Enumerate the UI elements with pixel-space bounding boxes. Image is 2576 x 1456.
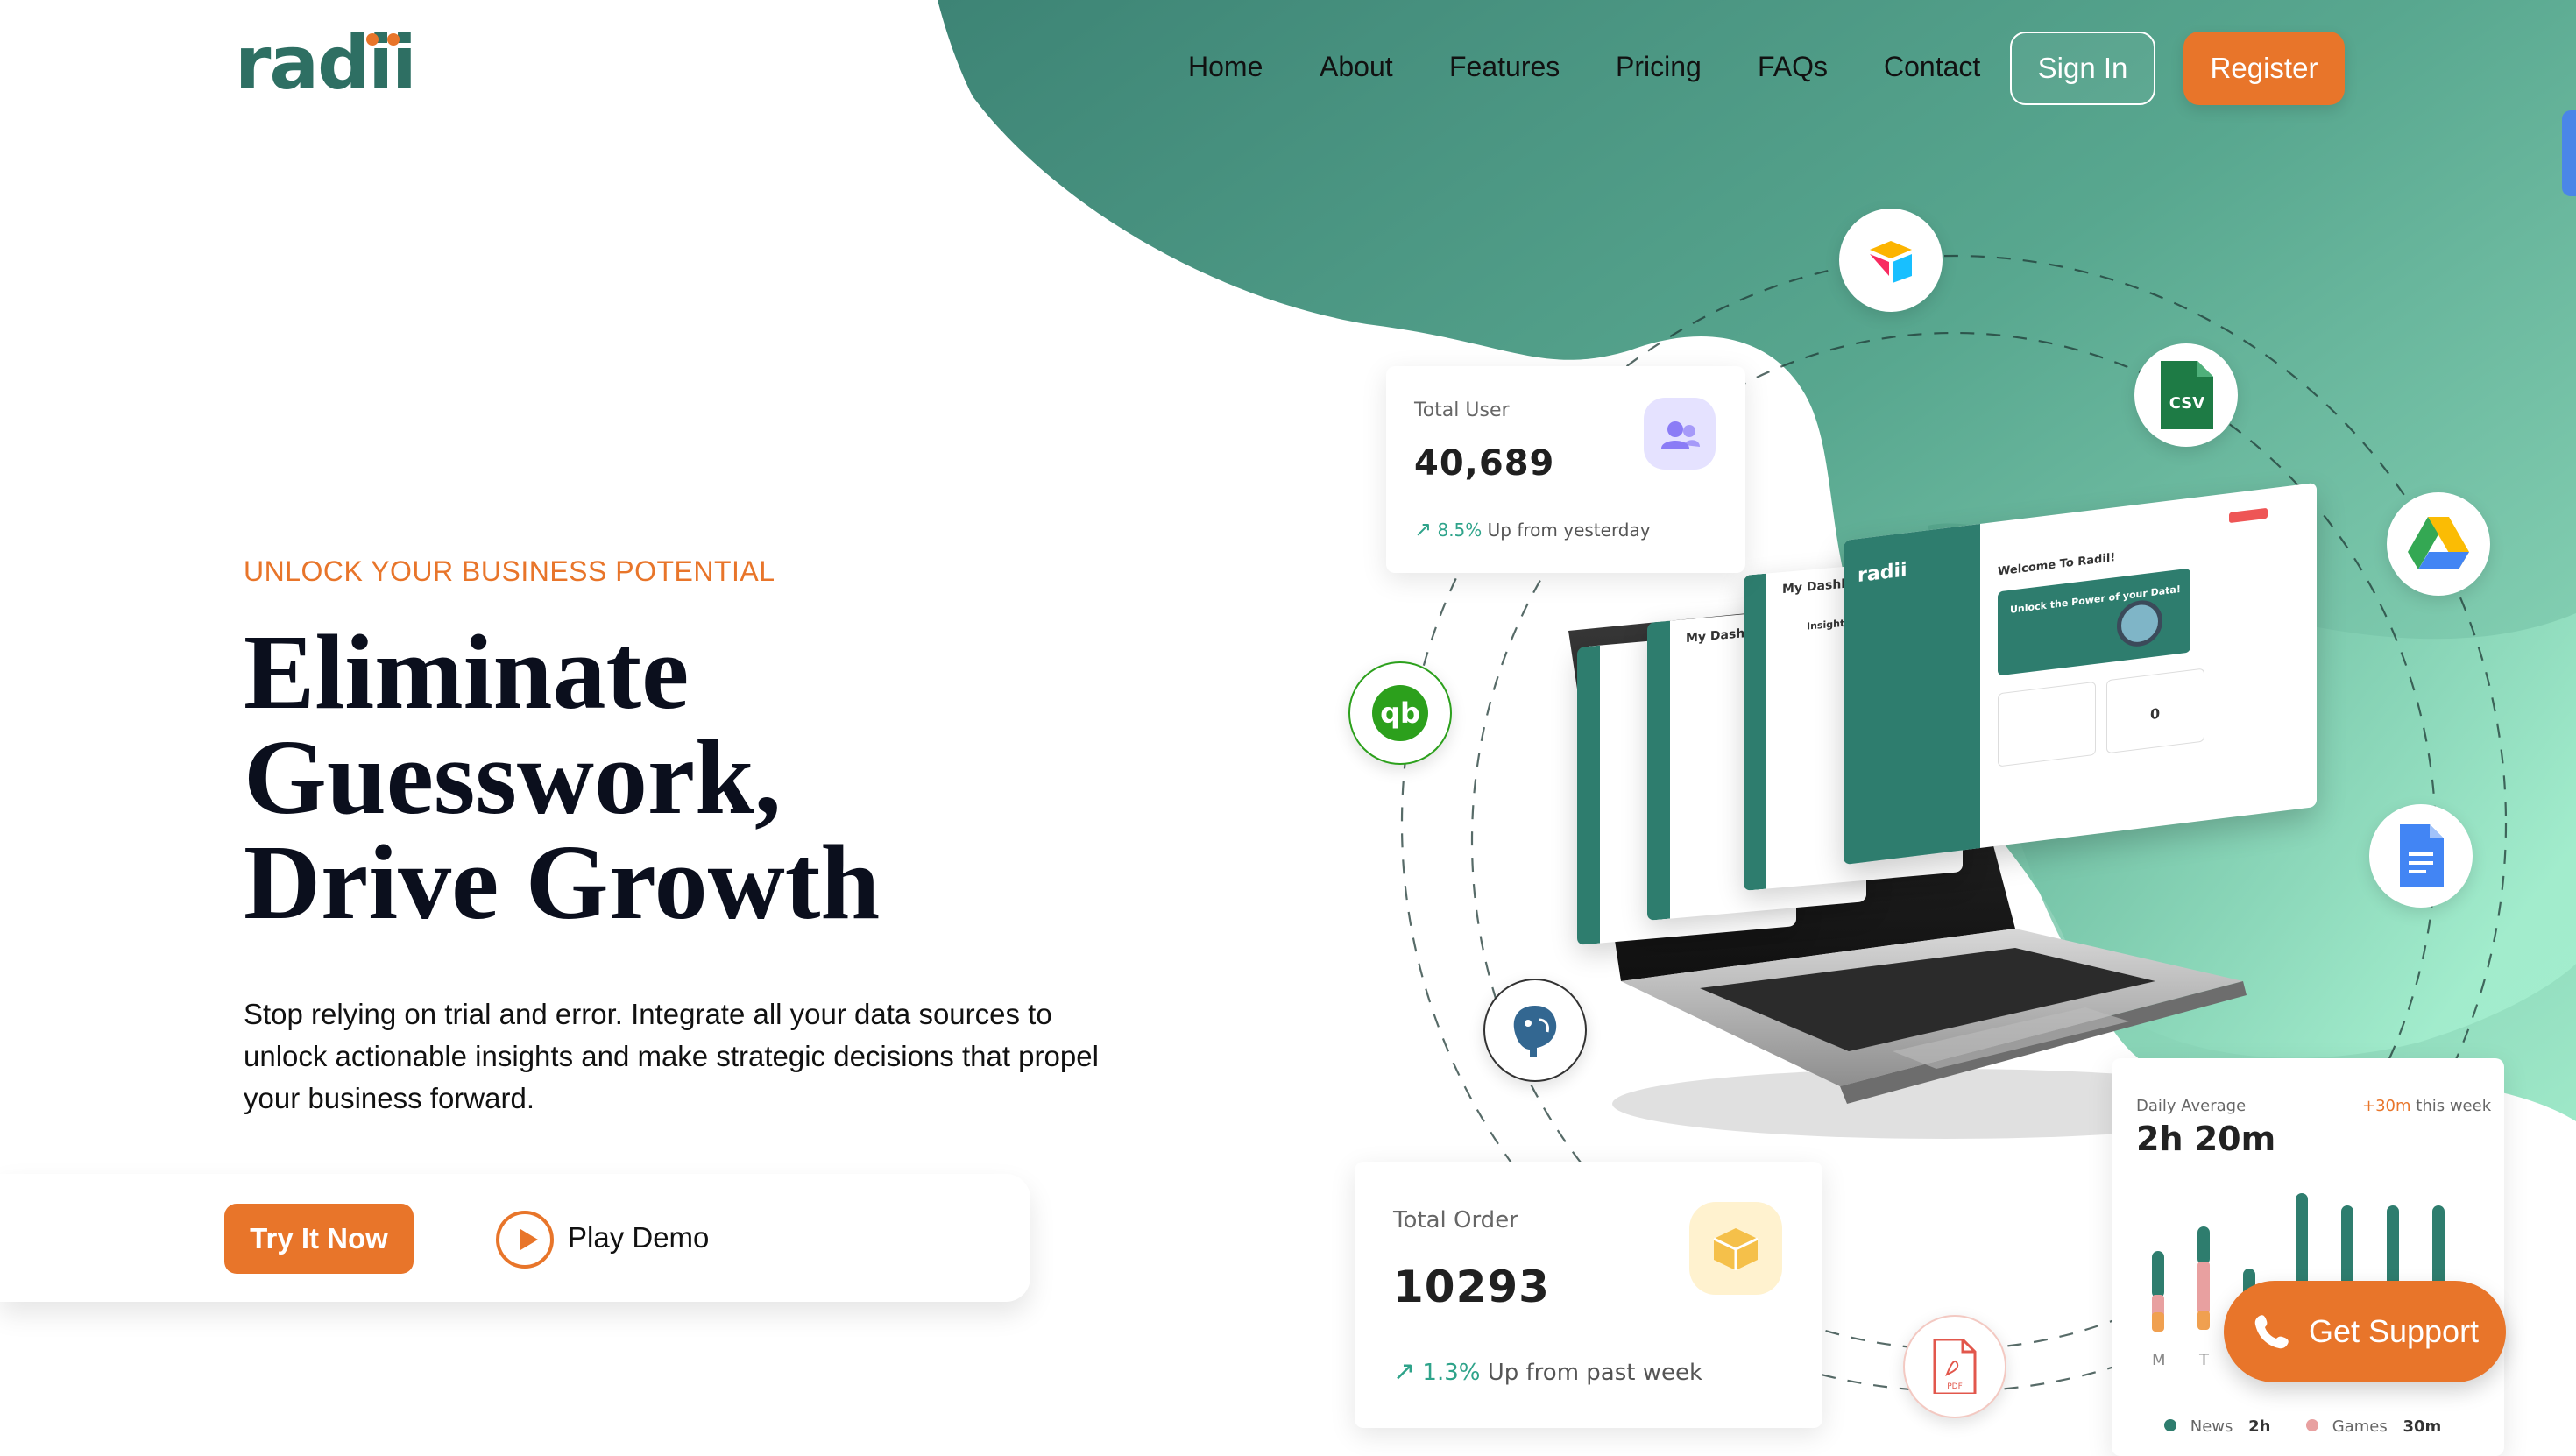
day-label-m: M bbox=[2152, 1351, 2166, 1369]
trend-up-icon: ↗ bbox=[1414, 517, 1433, 541]
pdf-text: PDF bbox=[1947, 1382, 1963, 1391]
logo-dot-2 bbox=[387, 33, 400, 46]
trend-up-icon-2: ↗ bbox=[1393, 1356, 1416, 1387]
nav-faqs[interactable]: FAQs bbox=[1758, 49, 1828, 84]
nav-features[interactable]: Features bbox=[1449, 49, 1560, 84]
nav-pricing[interactable]: Pricing bbox=[1616, 49, 1702, 84]
headline-line-2: Guesswork, bbox=[244, 718, 782, 837]
nav-contact[interactable]: Contact bbox=[1884, 49, 1980, 84]
total-order-label: Total Order bbox=[1393, 1207, 1518, 1233]
daily-average-label: Daily Average bbox=[2136, 1097, 2247, 1115]
day-label-t: T bbox=[2199, 1351, 2209, 1369]
airtable-icon bbox=[1839, 209, 1943, 312]
register-button[interactable]: Register bbox=[2183, 32, 2345, 105]
users-icon bbox=[1644, 398, 1716, 470]
pdf-icon: PDF bbox=[1903, 1315, 2006, 1418]
legend-games-value: 30m bbox=[2403, 1417, 2442, 1436]
mockup-question-count: 0 bbox=[2150, 704, 2161, 724]
bar-m bbox=[2152, 1251, 2164, 1332]
total-user-value: 40,689 bbox=[1414, 443, 1555, 484]
box-icon bbox=[1689, 1202, 1782, 1295]
daily-average-card: Daily Average +30m this week 2h 20m M T … bbox=[2112, 1058, 2504, 1456]
google-docs-icon bbox=[2369, 804, 2473, 908]
daily-average-value: 2h 20m bbox=[2136, 1120, 2276, 1158]
legend-news: News 2h bbox=[2164, 1417, 2270, 1436]
try-it-now-button[interactable]: Try It Now bbox=[224, 1204, 414, 1274]
total-user-pct: 8.5% bbox=[1437, 519, 1483, 541]
daily-delta-value: +30m bbox=[2362, 1097, 2411, 1115]
csv-text: CSV bbox=[2169, 394, 2205, 413]
postgresql-icon bbox=[1483, 979, 1587, 1082]
nav-home[interactable]: Home bbox=[1188, 49, 1263, 84]
daily-delta-text: this week bbox=[2416, 1097, 2492, 1115]
play-demo-link[interactable]: Play Demo bbox=[568, 1221, 709, 1255]
legend-games-swatch bbox=[2306, 1419, 2318, 1431]
total-order-value: 10293 bbox=[1393, 1262, 1550, 1312]
hero-eyebrow: UNLOCK YOUR BUSINESS POTENTIAL bbox=[244, 555, 775, 587]
hero-headline: Eliminate Guesswork, Drive Growth bbox=[244, 613, 1120, 942]
total-order-trend-text: Up from past week bbox=[1487, 1360, 1703, 1386]
headline-line-1: Eliminate bbox=[244, 613, 690, 732]
total-order-trend: ↗ 1.3% Up from past week bbox=[1393, 1356, 1702, 1387]
side-feedback-tab[interactable] bbox=[2562, 110, 2576, 196]
logo-text: radii bbox=[235, 20, 417, 106]
headline-line-3: Drive Growth bbox=[244, 823, 881, 942]
total-user-trend: ↗ 8.5% Up from yesterday bbox=[1414, 517, 1651, 541]
sign-in-button[interactable]: Sign In bbox=[2010, 32, 2155, 105]
total-user-trend-text: Up from yesterday bbox=[1487, 519, 1651, 541]
google-drive-icon bbox=[2387, 492, 2490, 596]
legend-games: Games 30m bbox=[2306, 1417, 2441, 1436]
legend-news-swatch bbox=[2164, 1419, 2176, 1431]
total-user-label: Total User bbox=[1414, 399, 1510, 421]
screen-main: radii Welcome To Radii! Unlock the Power… bbox=[1844, 482, 2317, 866]
get-support-label: Get Support bbox=[2308, 1313, 2480, 1349]
total-order-card: Total Order 10293 ↗ 1.3% Up from past we… bbox=[1355, 1162, 1822, 1428]
bar-t bbox=[2197, 1226, 2210, 1330]
legend-games-name: Games bbox=[2332, 1417, 2388, 1436]
hero-subcopy: Stop relying on trial and error. Integra… bbox=[244, 998, 1099, 1114]
legend-news-value: 2h bbox=[2248, 1417, 2271, 1436]
daily-delta: +30m this week bbox=[2362, 1097, 2491, 1115]
logo-dot-1 bbox=[366, 33, 379, 46]
nav-about[interactable]: About bbox=[1320, 49, 1393, 84]
get-support-button[interactable]: Get Support bbox=[2224, 1281, 2506, 1382]
quickbooks-icon: qb bbox=[1348, 661, 1452, 765]
total-user-card: Total User 40,689 ↗ 8.5% Up from yesterd… bbox=[1386, 366, 1745, 573]
phone-icon bbox=[2254, 1315, 2289, 1349]
play-icon[interactable] bbox=[496, 1211, 554, 1269]
mockup-welcome: Welcome To Radii! bbox=[1998, 551, 2116, 579]
csv-icon: CSV bbox=[2134, 343, 2238, 447]
total-order-pct: 1.3% bbox=[1422, 1360, 1481, 1386]
svg-text:qb: qb bbox=[1380, 696, 1420, 730]
legend-news-name: News bbox=[2190, 1417, 2233, 1436]
